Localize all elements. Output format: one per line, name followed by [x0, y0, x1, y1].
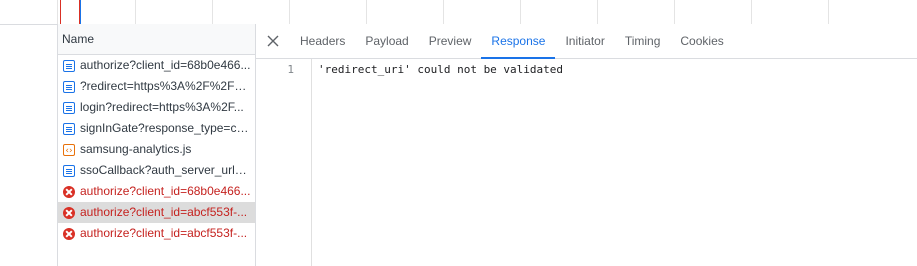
timeline-gridline — [520, 0, 521, 24]
error-icon — [63, 206, 75, 219]
timeline-gridline — [135, 0, 136, 24]
request-name: login?redirect=https%3A%2F... — [80, 100, 244, 114]
document-icon — [63, 80, 75, 93]
error-icon — [63, 227, 75, 240]
timeline-gridline — [212, 0, 213, 24]
tab-preview[interactable]: Preview — [419, 24, 482, 58]
timeline-load-marker — [60, 0, 61, 24]
request-name: ?redirect=https%3A%2F%2Fap... — [80, 79, 252, 93]
script-file-icon — [63, 141, 75, 160]
request-name: samsung-analytics.js — [80, 142, 192, 156]
request-rows: authorize?client_id=68b0e466... ?redirect… — [58, 55, 255, 244]
detail-tabbar: Headers Payload Preview Response Initiator Ti… — [256, 24, 917, 59]
request-name: authorize?client_id=68b0e466... — [80, 58, 251, 72]
tab-payload[interactable]: Payload — [355, 24, 418, 58]
tab-response[interactable]: Response — [481, 24, 556, 59]
request-name: ssoCallback?auth_server_url=e... — [80, 163, 252, 177]
document-icon — [63, 59, 75, 72]
request-name: authorize?client_id=abcf553f-... — [80, 226, 248, 240]
timeline-gridline — [597, 0, 598, 24]
response-line[interactable]: 'redirect_uri' could not be validated — [318, 63, 563, 76]
tab-timing[interactable]: Timing — [615, 24, 671, 58]
request-row[interactable]: authorize?client_id=68b0e466... — [58, 181, 255, 202]
tab-list: Headers Payload Preview Response Initiator Ti… — [290, 24, 734, 59]
document-icon — [63, 164, 75, 177]
waterfall-overview — [0, 0, 917, 25]
request-row[interactable]: login?redirect=https%3A%2F... — [58, 97, 255, 118]
name-column-header[interactable]: Name — [58, 24, 255, 55]
line-number-gutter: 1 — [256, 59, 312, 266]
request-row[interactable]: signInGate?response_type=co... — [58, 118, 255, 139]
timeline-gridline — [828, 0, 829, 24]
timeline-gridline — [751, 0, 752, 24]
request-name: authorize?client_id=abcf553f-... — [80, 205, 248, 219]
close-details-button[interactable] — [256, 24, 290, 58]
timeline-dcl-marker — [80, 0, 81, 24]
tab-initiator[interactable]: Initiator — [555, 24, 614, 58]
request-row[interactable]: authorize?client_id=68b0e466... — [58, 55, 255, 76]
request-name: signInGate?response_type=co... — [80, 121, 252, 135]
timeline-gridline — [443, 0, 444, 24]
document-icon — [63, 101, 75, 114]
timeline-gridline — [674, 0, 675, 24]
request-details: Headers Payload Preview Response Initiator Ti… — [256, 24, 917, 266]
document-icon — [63, 122, 75, 135]
request-list: Name authorize?client_id=68b0e466... ?red… — [58, 24, 256, 266]
timeline-gridline — [289, 0, 290, 24]
request-row[interactable]: authorize?client_id=abcf553f-... — [58, 223, 255, 244]
timeline-gridline — [57, 0, 58, 24]
request-row[interactable]: authorize?client_id=abcf553f-... — [58, 202, 255, 223]
tab-headers[interactable]: Headers — [290, 24, 355, 58]
close-icon — [267, 35, 279, 47]
request-row[interactable]: ?redirect=https%3A%2F%2Fap... — [58, 76, 255, 97]
line-number: 1 — [287, 63, 294, 76]
timeline-gridline — [366, 0, 367, 24]
response-viewer: 1 'redirect_uri' could not be validated — [256, 59, 917, 266]
request-row[interactable]: samsung-analytics.js — [58, 139, 255, 160]
request-row[interactable]: ssoCallback?auth_server_url=e... — [58, 160, 255, 181]
request-name: authorize?client_id=68b0e466... — [80, 184, 251, 198]
error-icon — [63, 185, 75, 198]
tab-cookies[interactable]: Cookies — [670, 24, 733, 58]
